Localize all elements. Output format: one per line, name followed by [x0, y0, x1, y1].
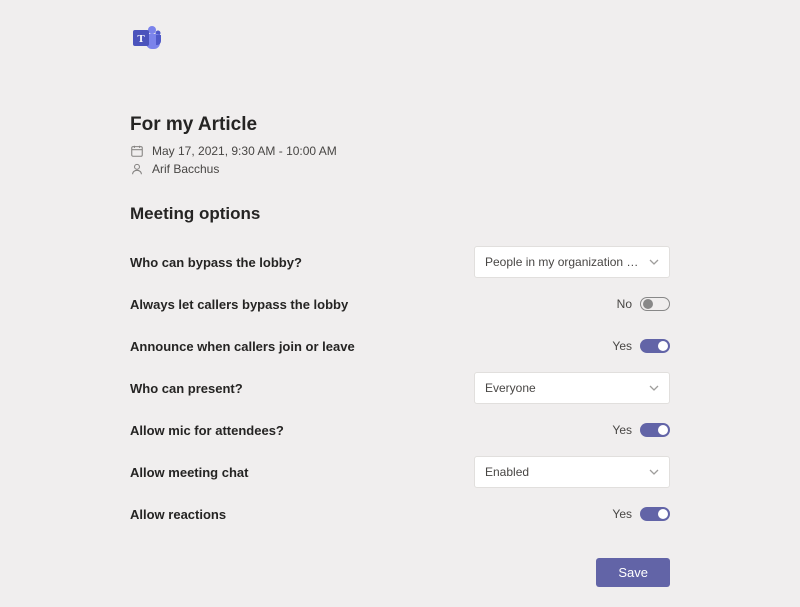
dropdown-value: People in my organization and gu…: [485, 255, 643, 269]
dropdown-value: Everyone: [485, 381, 643, 395]
option-label: Allow reactions: [130, 507, 226, 522]
option-callers-bypass: Always let callers bypass the lobby No: [130, 288, 670, 320]
chevron-down-icon: [649, 467, 659, 477]
option-label: Who can present?: [130, 381, 243, 396]
option-label: Who can bypass the lobby?: [130, 255, 302, 270]
toggle-callers-bypass[interactable]: [640, 297, 670, 311]
dropdown-bypass-lobby[interactable]: People in my organization and gu…: [474, 246, 670, 278]
option-label: Announce when callers join or leave: [130, 339, 355, 354]
teams-logo: T: [130, 22, 670, 54]
meeting-datetime-row: May 17, 2021, 9:30 AM - 10:00 AM: [130, 144, 670, 158]
meeting-title: For my Article: [130, 114, 670, 136]
save-button[interactable]: Save: [596, 558, 670, 587]
toggle-state-text: Yes: [612, 507, 632, 521]
dropdown-chat[interactable]: Enabled: [474, 456, 670, 488]
svg-text:T: T: [137, 33, 145, 45]
toggle-announce[interactable]: [640, 339, 670, 353]
option-bypass-lobby: Who can bypass the lobby? People in my o…: [130, 246, 670, 278]
option-label: Allow meeting chat: [130, 465, 248, 480]
option-chat: Allow meeting chat Enabled: [130, 456, 670, 488]
option-mic: Allow mic for attendees? Yes: [130, 414, 670, 446]
toggle-state-text: Yes: [612, 339, 632, 353]
toggle-state-text: Yes: [612, 423, 632, 437]
option-present: Who can present? Everyone: [130, 372, 670, 404]
toggle-state-text: No: [617, 297, 632, 311]
chevron-down-icon: [649, 257, 659, 267]
dropdown-value: Enabled: [485, 465, 643, 479]
meeting-organizer: Arif Bacchus: [152, 162, 219, 176]
meeting-datetime: May 17, 2021, 9:30 AM - 10:00 AM: [152, 144, 337, 158]
option-announce: Announce when callers join or leave Yes: [130, 330, 670, 362]
toggle-reactions[interactable]: [640, 507, 670, 521]
option-reactions: Allow reactions Yes: [130, 498, 670, 530]
person-icon: [130, 162, 144, 176]
option-label: Always let callers bypass the lobby: [130, 297, 348, 312]
calendar-icon: [130, 144, 144, 158]
toggle-mic[interactable]: [640, 423, 670, 437]
option-label: Allow mic for attendees?: [130, 423, 284, 438]
meeting-organizer-row: Arif Bacchus: [130, 162, 670, 176]
chevron-down-icon: [649, 383, 659, 393]
teams-logo-icon: T: [130, 22, 162, 54]
section-title: Meeting options: [130, 204, 670, 224]
dropdown-present[interactable]: Everyone: [474, 372, 670, 404]
